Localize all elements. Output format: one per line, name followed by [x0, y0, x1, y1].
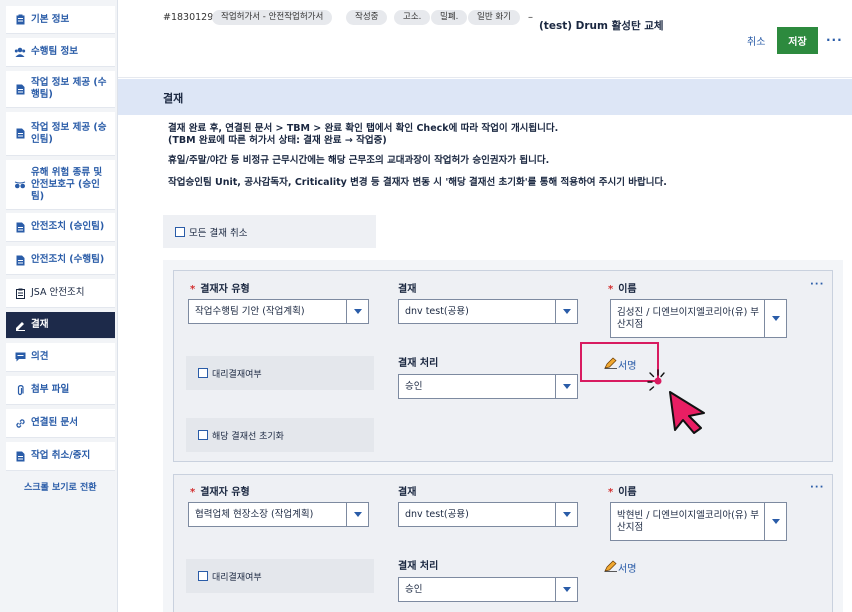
document-icon [14, 84, 26, 95]
document-icon [14, 128, 26, 139]
sidebar-item-label: 의견 [31, 351, 49, 362]
sidebar-item-label: 작업 정보 제공 (승인팀) [31, 121, 107, 145]
name-select[interactable]: 김성진 / 디엔브이지엘코리아(유) 부산지점 [610, 299, 787, 338]
chevron-down-icon[interactable] [764, 503, 786, 540]
sidebar-item-label: 기본 정보 [31, 13, 70, 25]
document-icon [14, 222, 26, 233]
tag-hot-work: 일반 화기 [468, 10, 520, 25]
chevron-down-icon[interactable] [555, 300, 577, 323]
chevron-down-icon[interactable] [555, 578, 577, 601]
team-icon [14, 47, 26, 57]
sidebar-item-cancel-stop[interactable]: 작업 취소/중지 [6, 442, 115, 471]
reset-approval-line-option[interactable]: 해당 결재선 초기화 [186, 418, 374, 452]
card-more-icon[interactable]: ··· [810, 279, 824, 290]
sidebar-item-label: 첨부 파일 [31, 384, 70, 395]
link-icon [14, 418, 26, 429]
approver-type-select[interactable]: 협력업체 현장소장 (작업계획) [188, 502, 369, 527]
approver-type-select[interactable]: 작업수행팀 기안 (작업계획) [188, 299, 369, 324]
sidebar-item-label: 안전조치 (수행팀) [31, 254, 105, 265]
sidebar-item-label: 수행팀 정보 [31, 46, 79, 57]
sidebar-item-basic-info[interactable]: 기본 정보 [6, 6, 115, 34]
sidebar-item-safety-performing[interactable]: 안전조치 (수행팀) [6, 246, 115, 275]
save-button[interactable]: 저장 [777, 27, 818, 54]
goggles-icon [14, 181, 26, 189]
title-dash: – [528, 12, 533, 23]
section-header: 결재 [118, 79, 852, 115]
chevron-down-icon[interactable] [346, 300, 368, 323]
sidebar-item-label: 안전조치 (승인팀) [31, 221, 105, 232]
sidebar-item-label: 연결된 문서 [31, 417, 79, 428]
process-select[interactable]: 승인 [398, 577, 578, 602]
sidebar: 기본 정보 수행팀 정보 작업 정보 제공 (수행팀) 작업 정보 제공 (승인… [0, 0, 118, 612]
sidebar-item-safety-approving[interactable]: 안전조치 (승인팀) [6, 213, 115, 242]
paperclip-icon [14, 384, 26, 396]
more-menu-icon[interactable]: ··· [826, 33, 843, 47]
approval-label: 결재 [398, 487, 417, 498]
approval-select[interactable]: dnv test(공용) [398, 299, 578, 324]
comment-icon [14, 352, 26, 362]
tag-confined: 밀폐. [431, 10, 468, 25]
notice-line-4: 작업승인팀 Unit, 공사감독자, Criticality 변경 등 결재자 … [168, 177, 667, 188]
notice-line-2: (TBM 완료에 따른 허가서 상태: 결재 완료 → 작업중) [168, 135, 387, 146]
proxy-approval-option[interactable]: 대리결재여부 [186, 559, 374, 593]
tag-doc-type: 작업허가서 - 안전작업허가서 [212, 10, 333, 25]
page-title: (test) Drum 활성탄 교체 [539, 20, 664, 32]
approval-label: 결재 [398, 284, 417, 295]
approver-type-label: * 결재자 유형 [190, 284, 250, 295]
sidebar-item-label: 작업 취소/중지 [31, 450, 91, 461]
chevron-down-icon[interactable] [346, 503, 368, 526]
approver-type-label: * 결재자 유형 [190, 487, 250, 498]
name-label: * 이름 [608, 284, 637, 295]
process-label: 결재 처리 [398, 358, 439, 369]
process-label: 결재 처리 [398, 561, 439, 572]
card-more-icon[interactable]: ··· [810, 482, 824, 493]
sidebar-item-jsa[interactable]: JSA 안전조치 [6, 279, 115, 308]
notice-line-1: 결재 완료 후, 연결된 문서 > TBM > 완료 확인 탭에서 확인 Che… [168, 123, 559, 134]
pen-icon [14, 320, 26, 331]
proxy-approval-checkbox[interactable] [198, 571, 208, 581]
name-select[interactable]: 박현빈 / 디엔브이지엘코리아(유) 부산지점 [610, 502, 787, 541]
sidebar-item-label: 작업 정보 제공 (수행팀) [31, 77, 107, 100]
sign-button[interactable]: 서명 [604, 560, 636, 575]
chevron-down-icon[interactable] [555, 375, 577, 398]
proxy-approval-checkbox[interactable] [198, 368, 208, 378]
proxy-approval-option[interactable]: 대리결재여부 [186, 356, 374, 390]
sidebar-item-linked-docs[interactable]: 연결된 문서 [6, 409, 115, 438]
sign-pen-icon [604, 560, 618, 575]
sidebar-item-work-info-approving[interactable]: 작업 정보 제공 (승인팀) [6, 112, 115, 156]
name-label: * 이름 [608, 487, 637, 498]
reset-approval-line-checkbox[interactable] [198, 430, 208, 440]
sidebar-item-approval[interactable]: 결재 [6, 312, 115, 339]
sidebar-item-comments[interactable]: 의견 [6, 343, 115, 372]
sidebar-item-label: JSA 안전조치 [31, 287, 85, 298]
cancel-all-label: 모든 결재 취소 [189, 227, 248, 239]
chevron-down-icon[interactable] [555, 503, 577, 526]
document-icon [14, 451, 26, 462]
process-select[interactable]: 승인 [398, 374, 578, 399]
sidebar-item-hazards[interactable]: 유해 위험 종류 및 안전보호구 (승인팀) [6, 160, 115, 210]
scroll-view-toggle[interactable]: 스크롤 보기로 전환 [24, 480, 97, 493]
tag-height-work: 고소. [394, 10, 431, 25]
document-icon [14, 255, 26, 266]
clipboard-icon [14, 288, 26, 299]
pointer-cursor-icon [646, 368, 708, 437]
cancel-button[interactable]: 취소 [747, 33, 765, 48]
section-title: 결재 [163, 92, 184, 105]
sidebar-item-attachments[interactable]: 첨부 파일 [6, 376, 115, 405]
approval-select[interactable]: dnv test(공용) [398, 502, 578, 527]
cancel-all-checkbox[interactable] [175, 226, 185, 237]
tag-status: 작성중 [346, 10, 388, 25]
sidebar-item-label: 결재 [31, 319, 49, 330]
notice-line-3: 휴일/주말/야간 등 비정규 근무시간에는 해당 근무조의 교대과장이 작업허가… [168, 155, 550, 166]
page-header: #1830129 작업허가서 - 안전작업허가서 작성중 고소. 밀폐. 일반 … [118, 0, 852, 78]
cancel-all-approvals[interactable]: 모든 결재 취소 [163, 215, 376, 248]
sidebar-item-work-info-performing[interactable]: 작업 정보 제공 (수행팀) [6, 71, 115, 108]
sidebar-item-team-info[interactable]: 수행팀 정보 [6, 38, 115, 67]
clipboard-icon [14, 14, 26, 25]
chevron-down-icon[interactable] [764, 300, 786, 337]
sidebar-item-label: 유해 위험 종류 및 안전보호구 (승인팀) [31, 166, 103, 202]
request-number: #1830129 [163, 12, 214, 23]
